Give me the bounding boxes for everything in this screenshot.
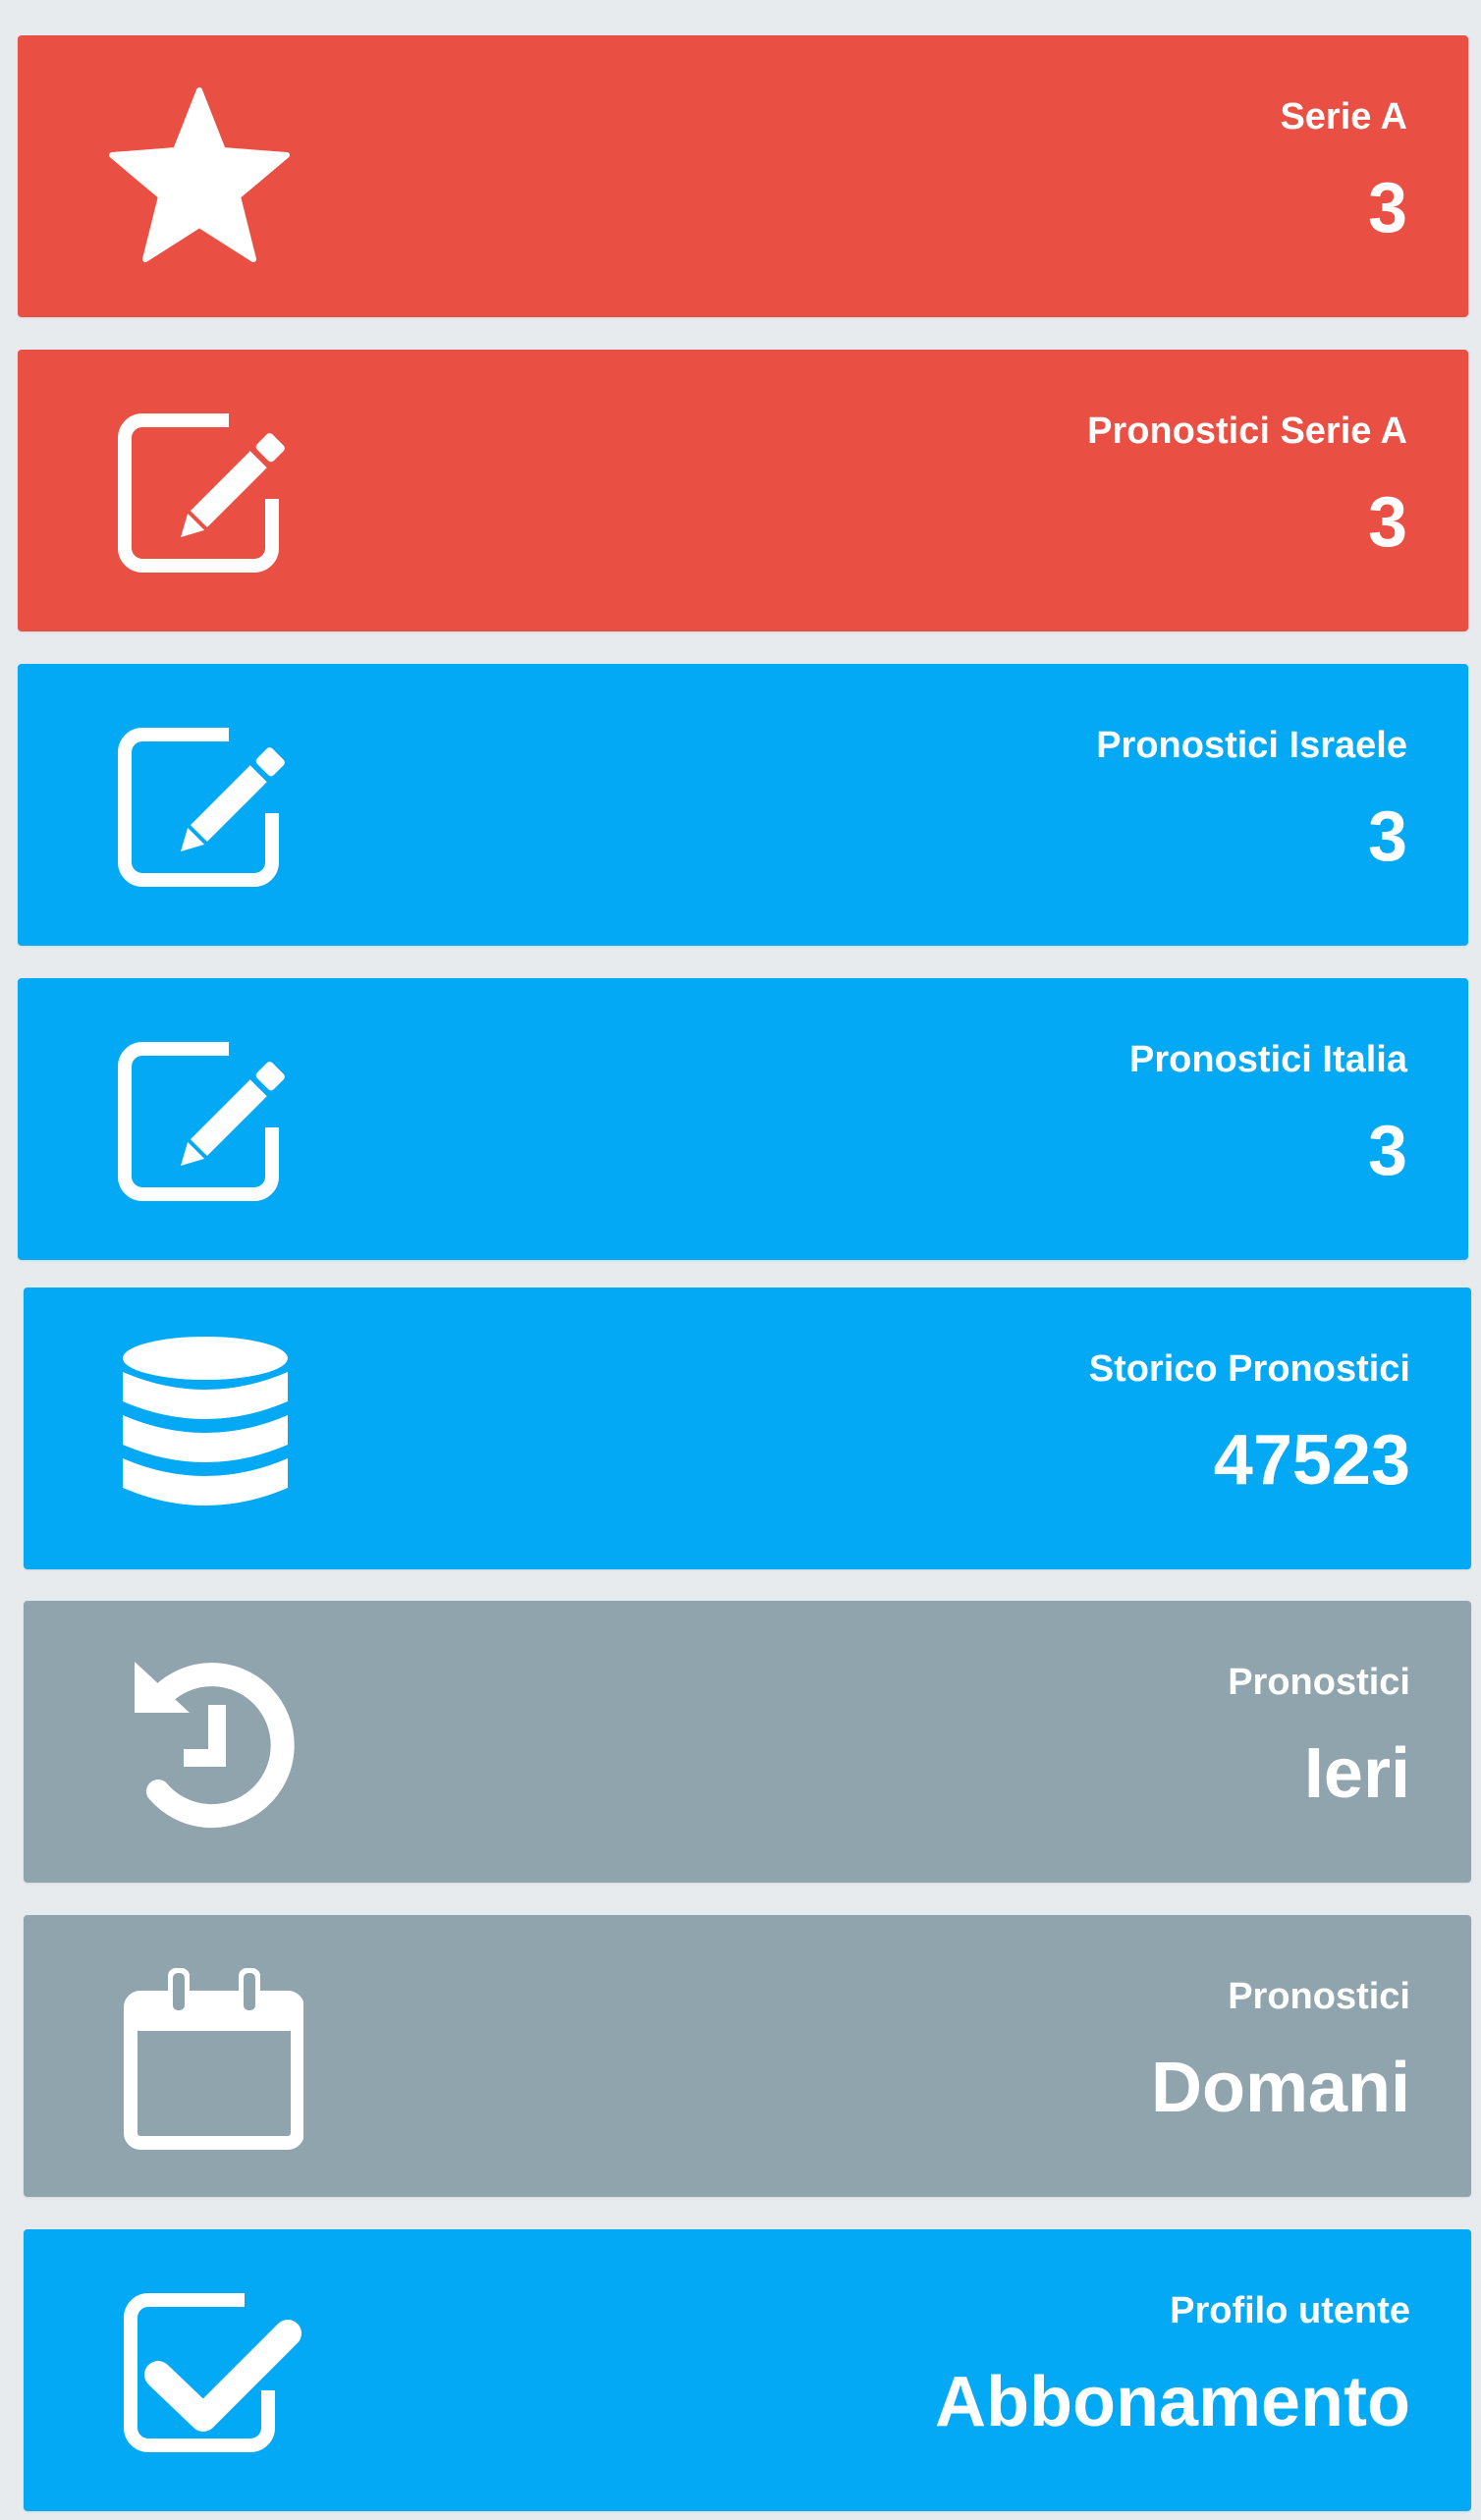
tile-title: Storico Pronostici (1088, 1348, 1410, 1390)
tile-title: Pronostici Italia (1129, 1039, 1407, 1080)
tile-pronostici-israele[interactable]: Pronostici Israele 3 (18, 664, 1468, 946)
edit-icon (101, 707, 298, 904)
edit-icon (101, 393, 298, 589)
tile-value: 3 (1367, 169, 1407, 247)
tile-value: Ieri (1303, 1734, 1410, 1813)
tile-pronostici-ieri[interactable]: Pronostici Ieri (24, 1601, 1471, 1883)
tile-pronostici-domani[interactable]: Pronostici Domani (24, 1915, 1471, 2197)
tile-title: Pronostici (1228, 1976, 1410, 2017)
star-icon (101, 79, 298, 275)
tile-pronostici-italia[interactable]: Pronostici Italia 3 (18, 978, 1468, 1260)
tile-profilo-utente[interactable]: Profilo utente Abbonamento (24, 2229, 1471, 2511)
edit-icon (101, 1021, 298, 1218)
checkbox-icon (107, 2273, 303, 2469)
database-icon (107, 1331, 303, 1527)
tile-value: 3 (1367, 1112, 1407, 1190)
tile-value: Abbonamento (935, 2363, 1410, 2441)
history-icon (107, 1644, 303, 1840)
tile-title: Pronostici (1228, 1662, 1410, 1703)
tile-value: Domani (1150, 2049, 1410, 2127)
tile-value: 3 (1367, 797, 1407, 876)
dashboard-tiles: Serie A 3 Pronostici Serie A 3 Pronostic… (0, 0, 1481, 2520)
tile-title: Serie A (1280, 96, 1407, 137)
tile-value: 47523 (1213, 1421, 1410, 1500)
tile-serie-a[interactable]: Serie A 3 (18, 35, 1468, 317)
tile-title: Profilo utente (1170, 2290, 1410, 2331)
calendar-icon (107, 1958, 303, 2155)
tile-title: Pronostici Israele (1096, 725, 1407, 766)
tile-title: Pronostici Serie A (1087, 411, 1407, 452)
tile-value: 3 (1367, 483, 1407, 562)
tile-pronostici-serie-a[interactable]: Pronostici Serie A 3 (18, 350, 1468, 631)
tile-storico-pronostici[interactable]: Storico Pronostici 47523 (24, 1287, 1471, 1569)
